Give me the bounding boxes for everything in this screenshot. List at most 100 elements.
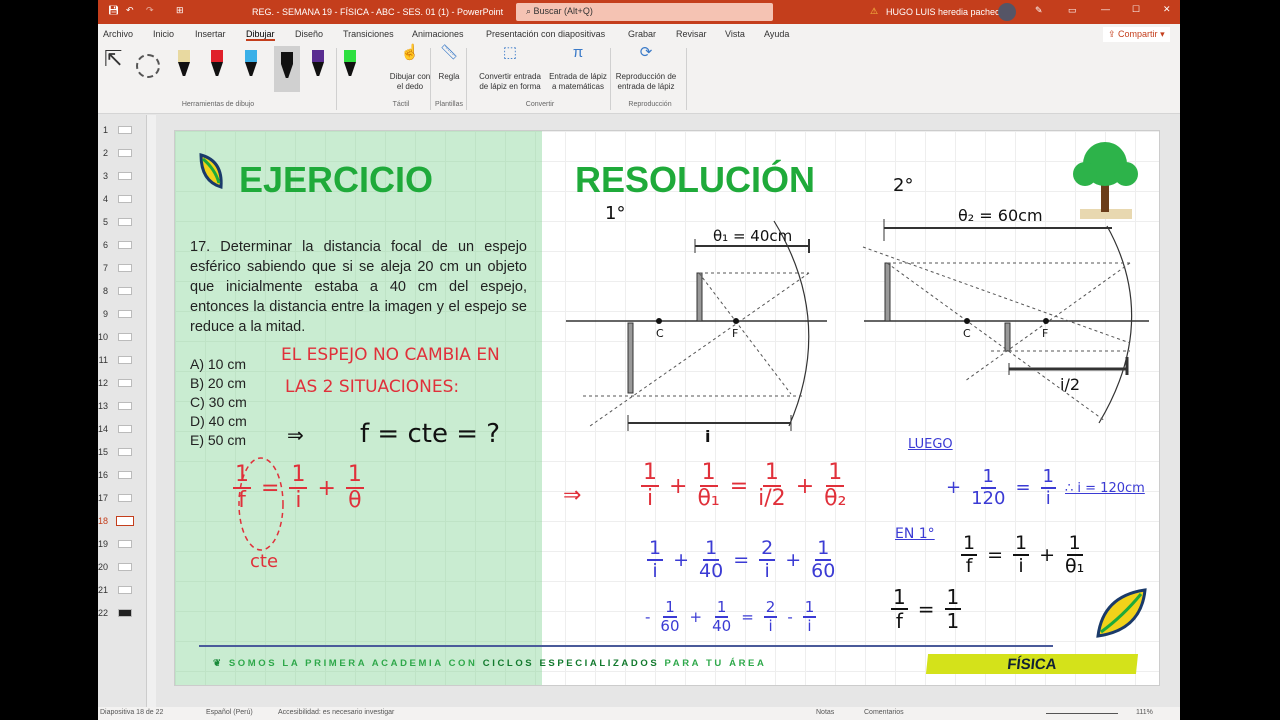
case-2-label: 2° [893,175,914,196]
thumbnail-image [118,540,132,548]
ribbon-display-icon[interactable]: ▭ [1068,5,1077,16]
ribbon-button-label-2: a matemáticas [551,82,605,91]
thumbnail-scrollbar[interactable] [146,115,156,707]
slide-thumbnail-15[interactable]: 15 [98,445,138,459]
slogan-part-2: CICLOS ESPECIALIZADOS [482,658,660,669]
slide-thumbnail-4[interactable]: 4 [98,192,138,206]
tab-archivo[interactable]: Archivo [103,29,133,39]
denominator: 120 [971,487,1006,509]
notes-button[interactable]: Notas [816,709,834,716]
tab-insertar[interactable]: Insertar [195,29,226,39]
slide-thumbnail-1[interactable]: 1 [98,123,138,137]
slide-thumbnail-14[interactable]: 14 [98,422,138,436]
share-button[interactable]: ⇪ Compartir ▾ [1103,27,1170,42]
maximize-button[interactable]: ☐ [1132,4,1140,15]
pen-2-icon[interactable] [209,50,225,82]
slide-thumbnail-10[interactable]: 10 [98,330,138,344]
slide-thumbnail-2[interactable]: 2 [98,146,138,160]
pen-1-icon[interactable] [176,50,192,82]
user-name[interactable]: HUGO LUIS heredia pacheco [886,7,1005,17]
tab-transiciones[interactable]: Transiciones [343,29,394,39]
equation-operator: - [787,607,793,626]
slide-thumbnail-11[interactable]: 11 [98,353,138,367]
slide-thumbnail-9[interactable]: 9 [98,307,138,321]
thumbnail-image [118,264,132,272]
slide-thumbnail-3[interactable]: 3 [98,169,138,183]
slide-thumbnail-18[interactable]: 18 [98,514,138,528]
slide-number: 5 [102,217,108,227]
tab-animaciones[interactable]: Animaciones [412,29,464,39]
pen-6-icon[interactable] [342,50,358,82]
slide-thumbnail-12[interactable]: 12 [98,376,138,390]
slide-thumbnail-22[interactable]: 22 [98,606,138,620]
equation-operator: = [729,473,749,499]
slide-thumbnail-20[interactable]: 20 [98,560,138,574]
pen-3-icon[interactable] [243,50,259,82]
accessibility-status[interactable]: Accesibilidad: es necesario investigar [278,709,394,716]
redo-icon[interactable]: ↷ [146,5,154,16]
denominator: θ [348,488,362,514]
thumbnail-image [118,379,132,387]
tab-ayuda[interactable]: Ayuda [764,29,789,39]
slide-thumbnail-7[interactable]: 7 [98,261,138,275]
slide-thumbnail-19[interactable]: 19 [98,537,138,551]
thumbnail-image [118,287,132,295]
cte-label: cte [250,551,279,572]
slide-thumbnail-21[interactable]: 21 [98,583,138,597]
fraction: 1 40 [712,599,731,634]
pen-5-icon[interactable] [310,50,326,82]
object-2 [884,262,891,322]
select-arrow-icon[interactable]: ⇱ [104,48,122,70]
undo-icon[interactable]: ↶ [126,5,134,16]
close-button[interactable]: ✕ [1163,4,1171,15]
language-indicator[interactable]: Español (Perú) [206,709,253,716]
title-bar: 💾︎ ↶ ↷ ⊞ REG. - SEMANA 19 - FÍSICA - ABC… [98,0,1180,24]
slide-thumbnail-16[interactable]: 16 [98,468,138,482]
slide-thumbnail-5[interactable]: 5 [98,215,138,229]
ribbon-button-label: Regla [438,72,460,81]
zoom-level[interactable]: 111% [1136,709,1153,716]
save-icon[interactable]: 💾︎ [108,5,119,16]
thumbnail-image [118,241,132,249]
ribbon-separator [336,48,337,110]
avatar[interactable] [998,3,1016,21]
comments-button[interactable]: Comentarios [864,709,904,716]
tab-grabar[interactable]: Grabar [628,29,656,39]
slide-thumbnail-6[interactable]: 6 [98,238,138,252]
tab-dibujar[interactable]: Dibujar [246,29,275,41]
fraction: 1θ [345,462,364,514]
tab-revisar[interactable]: Revisar [676,29,707,39]
fraction: 1f [891,586,908,632]
ribbon-button-label-2: de lápiz en forma [479,82,541,91]
slide-thumbnail-8[interactable]: 8 [98,284,138,298]
equation-row-1: 1 i +1 θ₁ = 1 i/2 +1 θ₂ [637,460,850,511]
equation-operator: + [317,475,336,501]
slide-number: 17 [98,493,109,503]
tab-diseño[interactable]: Diseño [295,29,323,39]
ribbon-button-4[interactable]: π Entrada de lápiz a matemáticas [542,45,614,92]
zoom-slider[interactable] [1046,713,1118,714]
slide-thumbnail-13[interactable]: 13 [98,399,138,413]
center-label-1: C [656,327,664,340]
thumbnail-image [116,516,134,526]
slide-number: 21 [98,585,109,595]
slide-thumbnail-17[interactable]: 17 [98,491,138,505]
pen-icon[interactable]: ✎ [1035,5,1043,16]
fraction: 1i [1013,533,1030,577]
slide-canvas[interactable]: EJERCICIO 17. Determinar la distancia fo… [174,130,1160,686]
i-half-label: i/2 [1060,375,1081,394]
lasso-select-icon[interactable] [136,54,160,78]
tab-inicio[interactable]: Inicio [153,29,174,39]
tab-vista[interactable]: Vista [725,29,745,39]
search-input[interactable]: ⌕ Buscar (Alt+Q) [516,3,773,21]
ribbon-button-2[interactable]: 📏︎ Regla [434,45,464,82]
ribbon-button-5[interactable]: ⟳ Reproducción de entrada de lápiz [610,45,682,92]
equation-operator: - [645,607,651,626]
tab-presentación-con-diapositivas[interactable]: Presentación con diapositivas [486,29,605,39]
focus-label-2: F [1042,327,1049,340]
present-icon[interactable]: ⊞ [176,5,184,16]
pen-4-icon[interactable] [274,46,300,92]
ribbon-button-3[interactable]: ⬚ Convertir entrada de lápiz en forma [474,45,546,92]
minimize-button[interactable]: — [1101,4,1110,14]
focus-label-1: F [732,327,739,340]
